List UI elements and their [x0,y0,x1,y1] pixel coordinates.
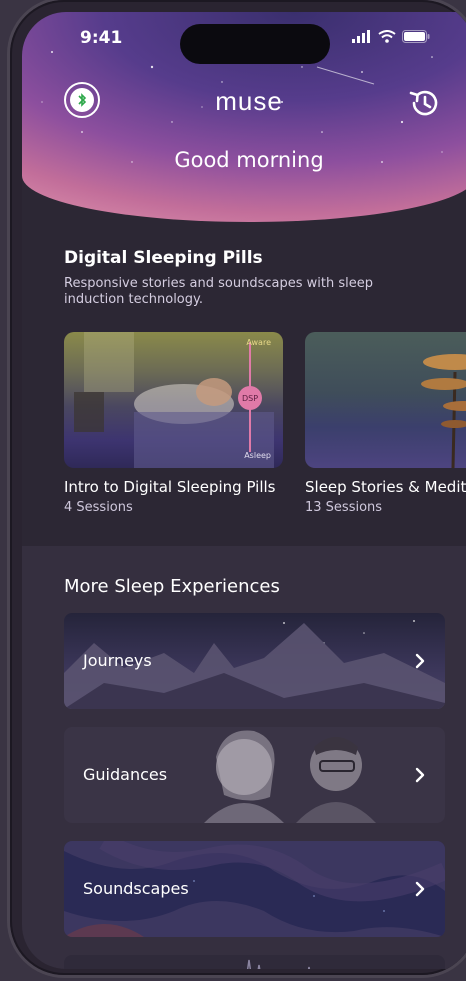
tree-illustration [421,354,466,468]
guidances-label: Guidances [83,765,168,784]
status-icons [352,30,430,43]
section-title: Digital Sleeping Pills [64,248,263,268]
dsp-marker: DSP [238,386,262,410]
card-image [305,332,466,468]
card-image: Aware DSP Asleep [64,332,283,468]
card-title: Intro to Digital Sleeping Pills [64,478,276,496]
soundscapes-row[interactable]: Soundscapes [64,841,445,937]
history-icon[interactable] [408,86,442,120]
card-sessions: 13 Sessions [305,500,383,515]
guidances-row[interactable]: Guidances [64,727,445,823]
asleep-label: Asleep [244,451,271,460]
muse-logo: muse [215,86,283,116]
dsp-carousel[interactable]: Aware DSP Asleep Intro to Digital Sleepi… [64,332,466,515]
journeys-row[interactable]: Journeys [64,613,445,709]
more-experiences-section: More Sleep Experiences Journeys Guidance… [22,546,466,969]
waveform-image [246,959,311,969]
journeys-label: Journeys [83,651,152,670]
card-intro-dsp[interactable]: Aware DSP Asleep Intro to Digital Sleepi… [64,332,283,515]
aware-label: Aware [246,338,271,347]
status-time: 9:41 [80,28,123,48]
chevron-right-icon [415,767,425,783]
soundscapes-label: Soundscapes [83,879,189,898]
card-sessions: 4 Sessions [64,500,133,515]
partial-row[interactable] [64,955,445,969]
chevron-right-icon [415,653,425,669]
dynamic-island [180,24,330,64]
chevron-right-icon [415,881,425,897]
card-title: Sleep Stories & Medita [305,478,466,496]
section-title: More Sleep Experiences [64,576,280,597]
cellular-signal-icon [352,30,370,43]
phone-frame: 9:41 muse Good morning Digital Sleeping … [10,0,466,975]
battery-icon [402,30,430,43]
card-sleep-stories[interactable]: Sleep Stories & Medita 13 Sessions [305,332,466,515]
section-subtitle: Responsive stories and soundscapes with … [64,276,373,307]
dsp-section: Digital Sleeping Pills Responsive storie… [64,248,466,308]
app-screen: 9:41 muse Good morning Digital Sleeping … [22,12,466,969]
greeting-text: Good morning [174,148,324,172]
wifi-icon [378,30,396,43]
